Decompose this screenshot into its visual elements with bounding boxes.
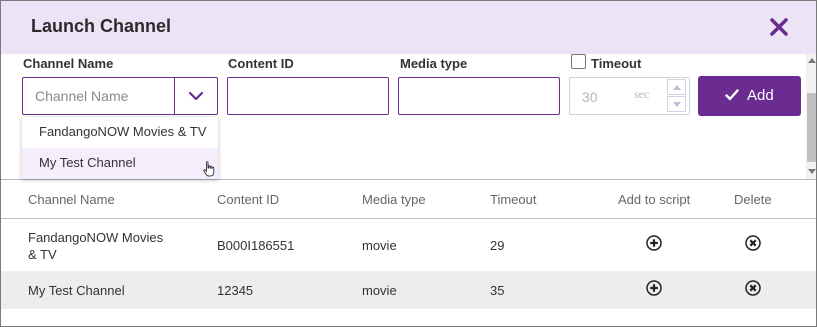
scroll-down-arrow-icon[interactable] (808, 169, 816, 175)
cell-timeout: 29 (490, 238, 505, 253)
cell-media-type: movie (362, 283, 397, 298)
timeout-label: Timeout (591, 56, 642, 71)
add-button[interactable]: Add (698, 76, 801, 116)
add-button-label: Add (747, 87, 774, 104)
triangle-up-icon (673, 85, 681, 90)
dropdown-option-my-test-channel[interactable]: My Test Channel (22, 148, 218, 179)
scroll-up-arrow-icon[interactable] (808, 57, 816, 63)
timeout-checkbox[interactable] (571, 54, 586, 69)
form-table-separator (1, 179, 816, 180)
checkmark-icon (725, 89, 739, 101)
cell-channel-name: FandangoNOW Movies (28, 230, 164, 245)
x-circle-icon[interactable] (745, 280, 761, 296)
channel-name-label: Channel Name (23, 56, 114, 71)
cell-content-id: B000I186551 (217, 238, 295, 253)
dialog-title: Launch Channel (31, 16, 172, 36)
channel-dropdown-list: FandangoNOW Movies & TV My Test Channel (22, 117, 218, 179)
table-row: My Test Channel 12345 movie 35 (1, 271, 816, 309)
hand-pointer-icon (203, 161, 215, 177)
column-header-timeout: Timeout (490, 192, 537, 207)
content-id-label: Content ID (228, 56, 294, 71)
content-id-input[interactable] (227, 77, 389, 115)
timeout-value: 30 (582, 89, 598, 105)
column-header-content-id: Content ID (217, 192, 280, 207)
cell-media-type: movie (362, 238, 397, 253)
timeout-decrement-button[interactable] (667, 96, 686, 112)
timeout-unit: sec (634, 87, 650, 101)
scrollbar-thumb[interactable] (807, 93, 816, 162)
channel-dropdown-button[interactable] (174, 77, 218, 115)
timeout-stepper[interactable]: 30 sec (569, 77, 690, 115)
timeout-increment-button[interactable] (667, 79, 686, 95)
close-icon[interactable] (767, 15, 791, 39)
cell-content-id: 12345 (217, 283, 254, 298)
column-header-add-to-script: Add to script (618, 192, 691, 207)
channel-name-input[interactable] (22, 77, 175, 115)
cell-timeout: 35 (490, 283, 505, 298)
chevron-down-icon (188, 91, 204, 101)
launch-channel-dialog: Launch Channel Channel Name Content ID M… (0, 0, 817, 327)
dropdown-option-fandangonow[interactable]: FandangoNOW Movies & TV (22, 117, 218, 148)
column-header-media-type: Media type (362, 192, 426, 207)
triangle-down-icon (673, 102, 681, 107)
table-row: FandangoNOW Movies & TV B000I186551 movi… (1, 219, 816, 271)
x-circle-icon[interactable] (745, 235, 761, 251)
media-type-label: Media type (400, 56, 468, 71)
dialog-titlebar: Launch Channel (1, 1, 816, 54)
column-header-channel-name: Channel Name (28, 192, 115, 207)
cell-channel-name-continued: & TV (28, 247, 57, 262)
media-type-input[interactable] (398, 77, 560, 115)
cell-channel-name: My Test Channel (28, 283, 125, 298)
plus-circle-icon[interactable] (646, 235, 662, 251)
column-header-delete: Delete (734, 192, 772, 207)
plus-circle-icon[interactable] (646, 280, 662, 296)
